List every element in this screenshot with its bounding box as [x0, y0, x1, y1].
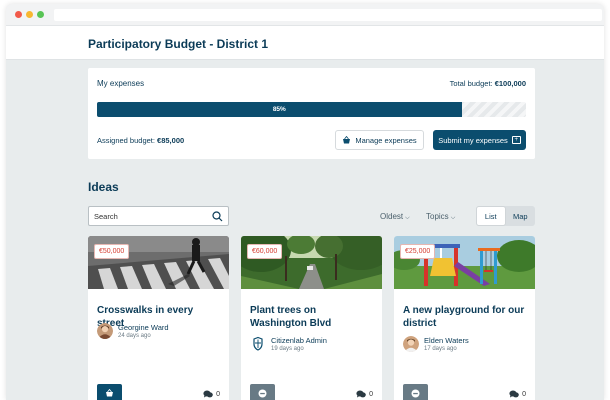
comments-icon — [356, 390, 366, 398]
basket-icon — [106, 389, 113, 397]
close-window-dot[interactable] — [15, 11, 22, 18]
total-budget: Total budget: €100,000 — [449, 79, 526, 88]
idea-author: Citizenlab Admin 19 days ago — [250, 336, 327, 352]
basket-icon — [343, 136, 351, 144]
author-name[interactable]: Georgine Ward — [118, 323, 169, 332]
remove-from-basket-button[interactable] — [403, 384, 428, 400]
page-title: Participatory Budget - District 1 — [88, 37, 269, 51]
minus-circle-icon — [258, 389, 267, 397]
maximize-window-dot[interactable] — [37, 11, 44, 18]
idea-card[interactable]: €50,000 Crosswalks in every street Georg… — [88, 236, 229, 400]
address-bar[interactable] — [54, 9, 602, 21]
manage-expenses-label: Manage expenses — [355, 135, 417, 145]
sort-dropdown[interactable]: Oldest ⌵ — [380, 212, 410, 222]
author-name[interactable]: Citizenlab Admin — [271, 336, 327, 345]
minimize-window-dot[interactable] — [26, 11, 33, 18]
person-avatar — [403, 336, 419, 352]
map-view-button[interactable]: Map — [506, 206, 536, 226]
comments-icon — [509, 390, 519, 398]
page-header: Participatory Budget - District 1 — [6, 26, 604, 60]
budget-panel: My expenses Total budget: €100,000 85% A… — [88, 68, 535, 159]
manage-expenses-button[interactable]: Manage expenses — [335, 130, 424, 150]
price-badge: €60,000 — [247, 244, 283, 259]
comments-icon — [203, 390, 213, 398]
minus-circle-icon — [411, 389, 420, 397]
comment-count: 0 — [203, 390, 220, 398]
idea-card[interactable]: €60,000 Plant trees on Washington Blvd C… — [241, 236, 382, 400]
street-crosswalk-photo: €50,000 — [88, 236, 229, 289]
price-badge: €50,000 — [94, 244, 130, 259]
comment-count: 0 — [509, 390, 526, 398]
idea-title[interactable]: Plant trees on Washington Blvd — [250, 304, 375, 330]
idea-author: Georgine Ward 24 days ago — [97, 323, 169, 339]
browser-window: Participatory Budget - District 1 My exp… — [6, 4, 604, 400]
progress-percent-label: 85% — [272, 106, 286, 113]
idea-title[interactable]: A new playground for our district — [403, 304, 528, 330]
price-badge: €25,000 — [400, 244, 436, 259]
submit-expenses-label: Submit my expenses — [438, 135, 508, 145]
added-to-basket-button[interactable] — [97, 384, 122, 400]
submit-expenses-button[interactable]: Submit my expenses + — [433, 130, 526, 150]
playground-photo: €25,000 — [394, 236, 535, 289]
posted-time: 19 days ago — [271, 346, 304, 352]
list-view-button[interactable]: List — [476, 206, 506, 226]
expenses-label: My expenses — [97, 79, 145, 88]
search-box[interactable] — [88, 206, 229, 226]
idea-author: Elden Waters 17 days ago — [403, 336, 469, 352]
posted-time: 17 days ago — [424, 346, 457, 352]
idea-card[interactable]: €25,000 A new playground for our distric… — [394, 236, 535, 400]
person-avatar — [97, 323, 113, 339]
budget-progress-fill: 85% — [97, 102, 462, 117]
ideas-heading: Ideas — [88, 180, 119, 194]
search-icon[interactable] — [212, 211, 223, 222]
tree-lined-road-photo: €60,000 — [241, 236, 382, 289]
comment-count: 0 — [356, 390, 373, 398]
chevron-down-icon: ⌵ — [450, 215, 456, 221]
remove-from-basket-button[interactable] — [250, 384, 275, 400]
browser-chrome — [6, 4, 604, 26]
submit-arrow-icon: + — [511, 136, 521, 144]
assigned-budget: Assigned budget: €85,000 — [97, 136, 185, 145]
view-toggle: List Map — [476, 206, 535, 226]
posted-time: 24 days ago — [118, 333, 151, 339]
budget-progress-bar: 85% — [97, 102, 526, 117]
topics-dropdown[interactable]: Topics ⌵ — [426, 212, 455, 222]
chevron-down-icon: ⌵ — [405, 215, 410, 221]
search-input[interactable] — [94, 211, 204, 222]
shield-icon — [250, 336, 266, 352]
author-name[interactable]: Elden Waters — [424, 336, 469, 345]
